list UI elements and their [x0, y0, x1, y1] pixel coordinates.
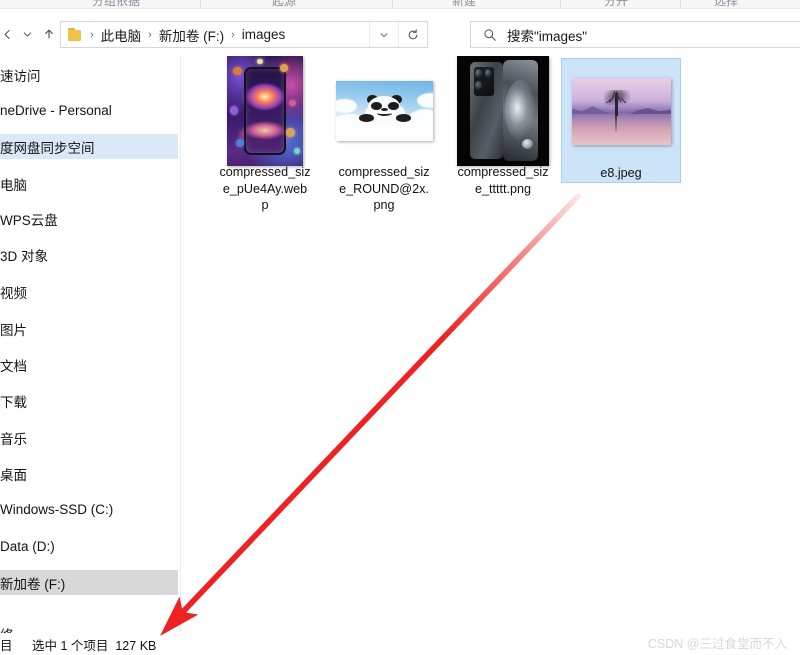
- file-name-line: compressed_siz: [457, 165, 549, 179]
- breadcrumb-drive-f[interactable]: 新加卷 (F:): [158, 25, 225, 45]
- ribbon-divider: [392, 0, 393, 8]
- sidebar-item-label: 下载: [0, 394, 27, 410]
- sidebar-item-0[interactable]: 速访问: [0, 62, 178, 87]
- sidebar-item-11[interactable]: 桌面: [0, 461, 178, 486]
- sidebar-item-label: 图片: [0, 322, 27, 338]
- file-name-line: e_ROUND@2x.: [339, 181, 429, 196]
- sidebar-item-6[interactable]: 视频: [0, 279, 178, 304]
- cosmic-phone-thumbnail: [227, 56, 303, 166]
- sidebar-item-3[interactable]: 电脑: [0, 171, 178, 196]
- file-name-label: e8.jpeg: [562, 165, 680, 182]
- file-tile-3[interactable]: e8.jpeg: [561, 58, 681, 183]
- file-name-line: png: [373, 198, 395, 212]
- sidebar-item-2[interactable]: 度网盘同步空间: [0, 134, 178, 159]
- sidebar-item-label: 视频: [0, 285, 27, 301]
- address-bar[interactable]: › 此电脑 › 新加卷 (F:) › images: [60, 21, 428, 48]
- status-selection-size: 127 KB: [115, 638, 157, 653]
- status-bar: 目 选中 1 个项目 127 KB CSDN @三过食堂而不入: [0, 633, 800, 655]
- file-name-line: e_ttttt.png: [474, 181, 531, 196]
- sidebar-item-14[interactable]: 新加卷 (F:): [0, 570, 178, 595]
- sidebar-item-label: neDrive - Personal: [0, 103, 112, 118]
- breadcrumb-separator: ›: [231, 28, 235, 41]
- file-tile-2[interactable]: compressed_siz e_ttttt.png: [443, 56, 563, 197]
- thumbnail-container: [205, 56, 325, 166]
- breadcrumb-separator: ›: [148, 28, 152, 41]
- ribbon-divider: [560, 0, 561, 8]
- ribbon-divider: [680, 0, 681, 8]
- refresh-icon[interactable]: [398, 22, 427, 47]
- file-tile-1[interactable]: compressed_siz e_ROUND@2x.png: [324, 58, 444, 214]
- dark-phone-product-thumbnail: [457, 56, 549, 166]
- file-name-line: e_pUe4Ay.web: [222, 181, 308, 196]
- file-name-label: compressed_siz e_pUe4Ay.webp: [205, 164, 325, 214]
- file-name-line: compressed_siz: [219, 165, 311, 179]
- sidebar-item-label: WPS云盘: [0, 212, 58, 228]
- thumbnail-container: [443, 56, 563, 166]
- file-name-line: e8.jpeg: [600, 166, 642, 180]
- sidebar-item-4[interactable]: WPS云盘: [0, 206, 178, 231]
- sidebar-item-10[interactable]: 音乐: [0, 425, 178, 450]
- ribbon-divider: [200, 0, 201, 8]
- purple-lake-tree-thumbnail: [571, 78, 671, 145]
- ribbon-strip-partial: 分组依据 起源 新建 分开 选择: [0, 0, 800, 9]
- panda-clouds-thumbnail: [335, 80, 433, 141]
- status-selection-info: 选中 1 个项目 127 KB: [32, 635, 156, 654]
- sidebar-item-9[interactable]: 下载: [0, 388, 178, 413]
- sidebar-item-label: 3D 对象: [0, 248, 49, 264]
- sidebar-item-label: 电脑: [0, 177, 27, 193]
- up-arrow-icon[interactable]: [36, 21, 62, 47]
- search-icon: [483, 28, 497, 42]
- purple-lake-tree-thumbnail: [571, 78, 671, 145]
- sidebar-item-13[interactable]: Data (D:): [0, 534, 178, 559]
- folder-icon: [68, 27, 84, 42]
- dark-phone-product-thumbnail: [457, 56, 549, 166]
- file-name-label: compressed_siz e_ROUND@2x.png: [324, 164, 444, 214]
- breadcrumb-separator: ›: [90, 28, 94, 41]
- thumbnail-container: [562, 59, 680, 164]
- breadcrumb-images[interactable]: images: [241, 27, 287, 42]
- ribbon-tab-group-by[interactable]: 分组依据: [92, 0, 140, 8]
- ribbon-tab-origin[interactable]: 起源: [272, 0, 296, 8]
- csdn-watermark: CSDN @三过食堂而不入: [647, 637, 787, 651]
- sidebar-item-8[interactable]: 文档: [0, 352, 178, 377]
- ribbon-tab-split[interactable]: 分开: [604, 0, 628, 8]
- thumbnail-container: [324, 58, 444, 163]
- sidebar-item-label: 桌面: [0, 467, 27, 483]
- file-name-line: p: [261, 198, 269, 212]
- file-tile-0[interactable]: compressed_siz e_pUe4Ay.webp: [205, 56, 325, 214]
- sidebar-item-7[interactable]: 图片: [0, 316, 178, 341]
- status-item-count: 目: [0, 638, 13, 653]
- cosmic-phone-thumbnail: [227, 56, 303, 166]
- sidebar-item-label: 新加卷 (F:): [0, 576, 66, 592]
- sidebar-item-label: Windows-SSD (C:): [0, 502, 114, 517]
- address-dropdown-chevron-down-icon[interactable]: [369, 22, 397, 47]
- breadcrumb-this-pc[interactable]: 此电脑: [100, 25, 143, 45]
- ribbon-tab-select[interactable]: 选择: [714, 0, 738, 8]
- navigation-bar: › 此电脑 › 新加卷 (F:) › images 搜索"images": [0, 9, 800, 56]
- navigation-pane: 速访问 neDrive - Personal 度网盘同步空间 电脑 WPS云盘 3D 对象…: [0, 56, 181, 635]
- file-list-pane[interactable]: compressed_siz e_pUe4Ay.web p compressed_si…: [181, 56, 800, 635]
- search-box[interactable]: 搜索"images": [470, 21, 800, 48]
- sidebar-item-1[interactable]: neDrive - Personal: [0, 98, 178, 123]
- ribbon-tab-new[interactable]: 新建: [452, 0, 476, 8]
- status-selection-text: 选中 1 个项目: [32, 638, 109, 653]
- file-explorer-window: 分组依据 起源 新建 分开 选择 › 此电脑 › 新加卷 (F:) › imag…: [0, 0, 800, 655]
- search-input[interactable]: 搜索"images": [507, 25, 587, 45]
- sidebar-item-5[interactable]: 3D 对象: [0, 242, 178, 267]
- sidebar-item-label: 文档: [0, 358, 27, 374]
- sidebar-item-label: 速访问: [0, 68, 41, 84]
- sidebar-item-12[interactable]: Windows-SSD (C:): [0, 497, 178, 522]
- sidebar-item-label: 度网盘同步空间: [0, 140, 95, 156]
- file-name-label: compressed_siz e_ttttt.png: [443, 164, 563, 197]
- panda-clouds-thumbnail: [335, 80, 433, 141]
- sidebar-item-label: 音乐: [0, 431, 27, 447]
- file-name-line: compressed_siz: [338, 165, 430, 179]
- sidebar-item-label: Data (D:): [0, 539, 55, 554]
